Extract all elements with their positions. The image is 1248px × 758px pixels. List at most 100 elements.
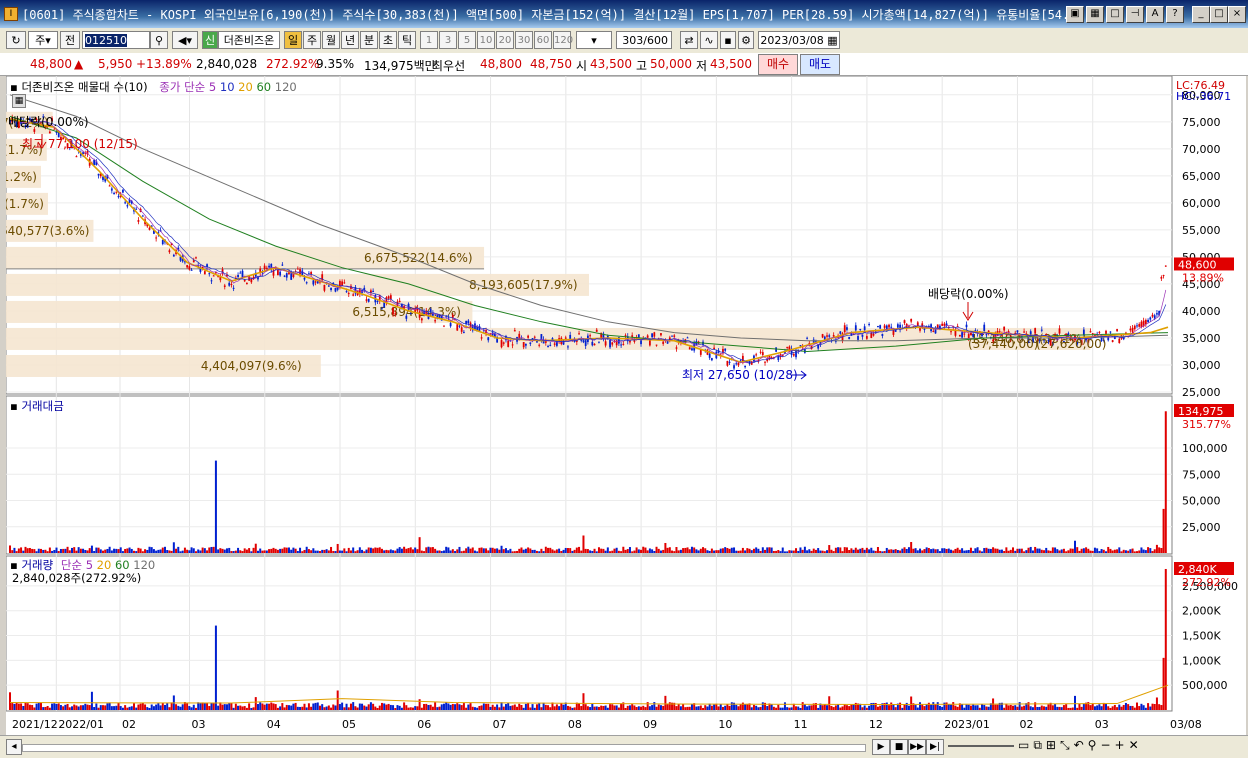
help-icon[interactable]: ? [1166, 6, 1184, 23]
play-icon[interactable]: ▶ [872, 739, 890, 755]
layout-icon[interactable]: ▭ [1018, 738, 1033, 752]
code-input[interactable]: 012510 [82, 31, 150, 49]
amount-bar [451, 549, 454, 553]
amount-bar [972, 550, 975, 553]
interval-tab-20[interactable]: 20 [496, 31, 514, 49]
grid-icon[interactable]: ▦ [1086, 6, 1104, 23]
volume-bar [369, 702, 372, 710]
amount-bar [175, 548, 178, 553]
interval-tab-5[interactable]: 5 [458, 31, 476, 49]
period-tab-2[interactable]: 월 [322, 31, 340, 49]
amount-bar [819, 550, 822, 553]
amount-bar [600, 548, 603, 553]
stock-name[interactable]: 더존비즈온 [218, 31, 280, 49]
volume-bar [427, 704, 430, 710]
candle-body [965, 324, 968, 328]
amount-bar [1009, 549, 1012, 553]
period-tab-6[interactable]: 틱 [398, 31, 416, 49]
buy-button[interactable]: 매수 [758, 54, 798, 75]
speaker-icon[interactable]: ◀▾ [172, 31, 198, 49]
interval-tab-120[interactable]: 120 [553, 31, 573, 49]
amount-bar [1091, 550, 1094, 553]
chart-area[interactable]: 991,137(2.2%)772,404(1.7%)547,291(1.2%)7… [0, 75, 1246, 736]
prev-button[interactable]: 전 [60, 31, 80, 49]
chart-svg[interactable]: 991,137(2.2%)772,404(1.7%)547,291(1.2%)7… [0, 75, 1246, 736]
interval-tab-60[interactable]: 60 [534, 31, 552, 49]
interval-tab-10[interactable]: 10 [477, 31, 495, 49]
date-field[interactable]: 2023/03/08 ▦ [758, 31, 840, 49]
scroll-left-icon[interactable]: ◂ [6, 739, 22, 755]
volume-bar [1027, 702, 1030, 710]
count-field[interactable]: 303/600 [616, 31, 672, 49]
interval-tab-3[interactable]: 3 [439, 31, 457, 49]
scrollbar-track[interactable] [22, 744, 866, 752]
amount-bar [544, 546, 547, 553]
period-tab-3[interactable]: 년 [341, 31, 359, 49]
stop-icon[interactable]: ■ [890, 739, 908, 755]
volume-bar [1014, 705, 1017, 710]
search-zoom-icon[interactable]: ⚲ [1088, 738, 1101, 752]
amount-panel-border [5, 395, 1173, 555]
measure-icon[interactable]: ⊞ [1046, 738, 1060, 752]
plus-icon[interactable]: + [1115, 738, 1129, 752]
close-icon[interactable]: ✕ [1129, 738, 1143, 752]
compare-icon[interactable]: ⇄ [680, 31, 698, 49]
volume-profile-label: 4,404,097(9.6%) [201, 359, 302, 373]
price-panel-header: ▪ 더존비즈온 매물대 수(10) 종가 단순 5 10 20 60 120 [10, 79, 297, 95]
candle-body [939, 325, 941, 329]
undo-icon[interactable]: ↶ [1074, 738, 1088, 752]
volume-bar [203, 703, 206, 710]
amount-bar [99, 549, 102, 553]
volume-bar [186, 703, 189, 710]
volume-bar [843, 704, 846, 710]
minimize-icon[interactable]: _ [1192, 6, 1210, 23]
fast-forward-icon[interactable]: ▶▶ [908, 739, 926, 755]
volume-bar [677, 704, 680, 710]
amount-bar [890, 549, 893, 553]
table-icon[interactable]: ▦ [12, 94, 26, 108]
candle-body [1144, 319, 1147, 325]
window-icon[interactable]: □ [1106, 6, 1124, 23]
candle-body [529, 342, 532, 344]
maximize-icon[interactable]: □ [1210, 6, 1228, 23]
search-icon[interactable]: ⚲ [150, 31, 168, 49]
period-tab-0[interactable]: 일 [284, 31, 302, 49]
link-icon[interactable]: ↻ [6, 31, 26, 49]
amount-bar [733, 547, 736, 553]
amount-bar [148, 546, 151, 553]
amount-bar [896, 549, 899, 553]
amount-bar [405, 548, 408, 553]
interval-tab-30[interactable]: 30 [515, 31, 533, 49]
interval-tab-1[interactable]: 1 [420, 31, 438, 49]
amount-bar [476, 551, 479, 553]
candle-body [538, 344, 541, 346]
volume-bar [901, 707, 904, 710]
pin-icon[interactable]: ⊣ [1126, 6, 1144, 23]
font-icon[interactable]: A [1146, 6, 1164, 23]
amount-bar [285, 547, 288, 553]
save-icon[interactable]: ▪ [720, 31, 736, 49]
copy-icon[interactable]: ⧉ [1033, 738, 1046, 752]
period-tab-1[interactable]: 주 [303, 31, 321, 49]
draw-icon[interactable]: ⤡ [1060, 738, 1074, 752]
indicator-icon[interactable]: ∿ [700, 31, 718, 49]
period-select[interactable]: 주▾ [28, 31, 58, 49]
next-icon[interactable]: ▶| [926, 739, 944, 755]
interval-select[interactable]: ▾ [576, 31, 612, 49]
sell-button[interactable]: 매도 [800, 54, 840, 75]
open-price: 43,500 [590, 57, 632, 71]
slider-icon[interactable] [948, 745, 1014, 747]
settings-icon[interactable]: ⚙ [738, 31, 754, 49]
amount-bar [843, 547, 846, 553]
candle-body [662, 341, 665, 344]
period-tab-5[interactable]: 초 [379, 31, 397, 49]
period-tab-4[interactable]: 분 [360, 31, 378, 49]
volume-bar [1065, 704, 1068, 710]
amount-bar [318, 551, 321, 553]
minus-icon[interactable]: − [1100, 738, 1114, 752]
volume-bar [68, 707, 71, 710]
volume-bar [513, 704, 516, 710]
restore-icon[interactable]: ▣ [1066, 6, 1084, 23]
candle-body [108, 185, 111, 187]
close-icon[interactable]: × [1228, 6, 1246, 23]
